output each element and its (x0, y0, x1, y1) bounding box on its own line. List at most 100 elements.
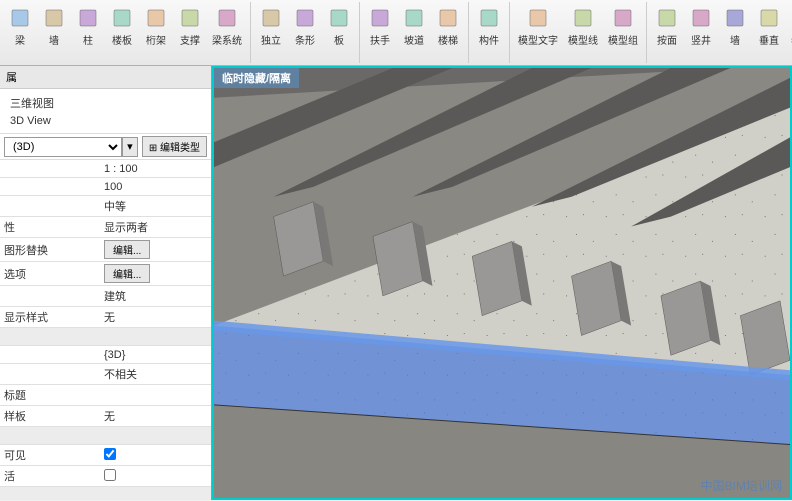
ribbon-label: 楼板 (112, 32, 132, 47)
stair-button[interactable]: 楼梯 (432, 4, 464, 49)
property-label (0, 294, 100, 298)
column-button[interactable]: 柱 (72, 4, 104, 49)
group-icon (611, 6, 635, 30)
3d-scene[interactable] (214, 68, 790, 498)
property-edit-button[interactable]: 编辑... (104, 240, 150, 259)
isolated-button[interactable]: 独立 (255, 4, 287, 49)
property-value[interactable]: 编辑... (100, 238, 211, 261)
property-row: 不相关 (0, 364, 211, 385)
text-icon (526, 6, 550, 30)
property-row: 中等 (0, 196, 211, 217)
viewport-3d[interactable]: 临时隐藏/隔离 (212, 66, 792, 500)
ribbon-group: 梁墙柱楼板桁架支撑梁系统 (0, 2, 251, 63)
slab-button[interactable]: 楼板 (106, 4, 138, 49)
property-row: 可见 (0, 445, 211, 466)
property-row: 100 (0, 178, 211, 196)
rail-button[interactable]: 扶手 (364, 4, 396, 49)
beam-sys-button[interactable]: 梁系统 (208, 4, 246, 49)
ribbon-label: 模型线 (568, 32, 598, 47)
wall-icon (42, 6, 66, 30)
dormer-button[interactable]: 老虎窗 (787, 4, 792, 49)
slab2-button[interactable]: 板 (323, 4, 355, 49)
property-checkbox[interactable] (104, 469, 116, 481)
ribbon-label: 墙 (49, 32, 59, 47)
comp-button[interactable]: 构件 (473, 4, 505, 49)
slab-icon (110, 6, 134, 30)
brace-icon (178, 6, 202, 30)
line-button[interactable]: 模型线 (564, 4, 602, 49)
property-value[interactable]: 中等 (100, 196, 211, 216)
view-selector-row: (3D) ▾ ⊞ 编辑类型 (0, 133, 211, 160)
text-button[interactable]: 模型文字 (514, 4, 562, 49)
property-row (0, 427, 211, 445)
ribbon-group: 独立条形板 (251, 2, 360, 63)
dropdown-button[interactable]: ▾ (122, 137, 138, 157)
wall2-icon (723, 6, 747, 30)
property-value[interactable]: 建筑 (100, 286, 211, 306)
property-row: 1 : 100 (0, 160, 211, 178)
face-icon (655, 6, 679, 30)
property-row: 建筑 (0, 286, 211, 307)
property-row: 样板无 (0, 406, 211, 427)
ribbon-label: 竖井 (691, 32, 711, 47)
ribbon-group: 构件 (469, 2, 510, 63)
strip-button[interactable]: 条形 (289, 4, 321, 49)
shaft-icon (689, 6, 713, 30)
beam-button[interactable]: 梁 (4, 4, 36, 49)
property-value[interactable]: 显示两者 (100, 217, 211, 237)
ribbon-group: 模型文字模型线模型组 (510, 2, 647, 63)
shaft-button[interactable]: 竖井 (685, 4, 717, 49)
ribbon-label: 模型文字 (518, 32, 558, 47)
stair-icon (436, 6, 460, 30)
view-title-block: 三维视图 3D View (0, 89, 211, 133)
ribbon-label: 独立 (261, 32, 281, 47)
property-label: 可见 (0, 445, 100, 465)
property-label (0, 167, 100, 171)
property-value[interactable]: 编辑... (100, 262, 211, 285)
wall2-button[interactable]: 墙 (719, 4, 751, 49)
property-value[interactable]: 无 (100, 307, 211, 327)
truss-button[interactable]: 桁架 (140, 4, 172, 49)
vert-button[interactable]: 垂直 (753, 4, 785, 49)
property-row: 选项编辑... (0, 262, 211, 286)
edit-type-button[interactable]: ⊞ 编辑类型 (142, 136, 207, 157)
property-edit-button[interactable]: 编辑... (104, 264, 150, 283)
ribbon-label: 楼梯 (438, 32, 458, 47)
property-label (0, 185, 100, 189)
property-value[interactable]: 不相关 (100, 364, 211, 384)
ribbon-toolbar: 梁墙柱楼板桁架支撑梁系统独立条形板扶手坡道楼梯构件模型文字模型线模型组按面竖井墙… (0, 0, 792, 66)
ribbon-label: 坡道 (404, 32, 424, 47)
face-button[interactable]: 按面 (651, 4, 683, 49)
panel-header: 属 (0, 66, 211, 89)
rail-icon (368, 6, 392, 30)
property-row (0, 487, 211, 500)
view-selector[interactable]: (3D) (4, 137, 122, 157)
property-value[interactable]: 1 : 100 (100, 161, 211, 177)
truss-icon (144, 6, 168, 30)
property-label: 图形替换 (0, 240, 100, 260)
ribbon-group: 扶手坡道楼梯 (360, 2, 469, 63)
property-label (0, 204, 100, 208)
ribbon-label: 桁架 (146, 32, 166, 47)
column-icon (76, 6, 100, 30)
property-value[interactable] (100, 467, 211, 486)
isolated-icon (259, 6, 283, 30)
property-value[interactable]: {3D} (100, 347, 211, 363)
property-value[interactable] (100, 393, 211, 397)
property-checkbox[interactable] (104, 448, 116, 460)
ramp-button[interactable]: 坡道 (398, 4, 430, 49)
ribbon-group: 按面竖井墙垂直老虎窗 (647, 2, 792, 63)
hide-isolate-tag: 临时隐藏/隔离 (214, 68, 299, 88)
property-label: 活 (0, 466, 100, 486)
property-value[interactable] (100, 446, 211, 465)
brace-button[interactable]: 支撑 (174, 4, 206, 49)
property-value[interactable]: 无 (100, 406, 211, 426)
strip-icon (293, 6, 317, 30)
property-row: 标题 (0, 385, 211, 406)
properties-list[interactable]: 1 : 100100中等性显示两者图形替换编辑...选项编辑...建筑显示样式无… (0, 160, 211, 500)
line-icon (571, 6, 595, 30)
wall-button[interactable]: 墙 (38, 4, 70, 49)
group-button[interactable]: 模型组 (604, 4, 642, 49)
slab2-icon (327, 6, 351, 30)
property-value[interactable]: 100 (100, 179, 211, 195)
